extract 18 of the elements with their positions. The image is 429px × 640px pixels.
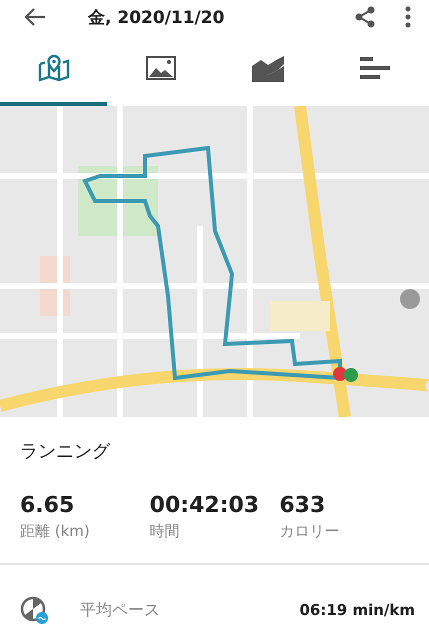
share-icon[interactable] (355, 6, 375, 28)
activity-type: ランニング (19, 440, 112, 464)
stat-label: カロリー (279, 522, 340, 541)
date-title: 金, 2020/11/20 (88, 6, 226, 28)
stat-label: 時間 (150, 522, 181, 541)
area-chart-icon (251, 54, 286, 82)
stat-label: 距離 (km) (20, 522, 91, 541)
more-icon[interactable] (405, 6, 411, 28)
bar-list-icon (360, 57, 390, 79)
average-pace-label: 平均ペース (80, 600, 161, 620)
stat-value: 6.65 (20, 493, 76, 518)
average-pace-value: 06:19 min/km (299, 601, 415, 619)
stat-value: 633 (279, 493, 326, 518)
image-icon (146, 56, 176, 80)
stat-value: 00:42:03 (150, 493, 260, 518)
map-icon (36, 54, 71, 82)
stopwatch-icon (20, 595, 50, 625)
back-arrow-icon[interactable] (24, 8, 46, 26)
